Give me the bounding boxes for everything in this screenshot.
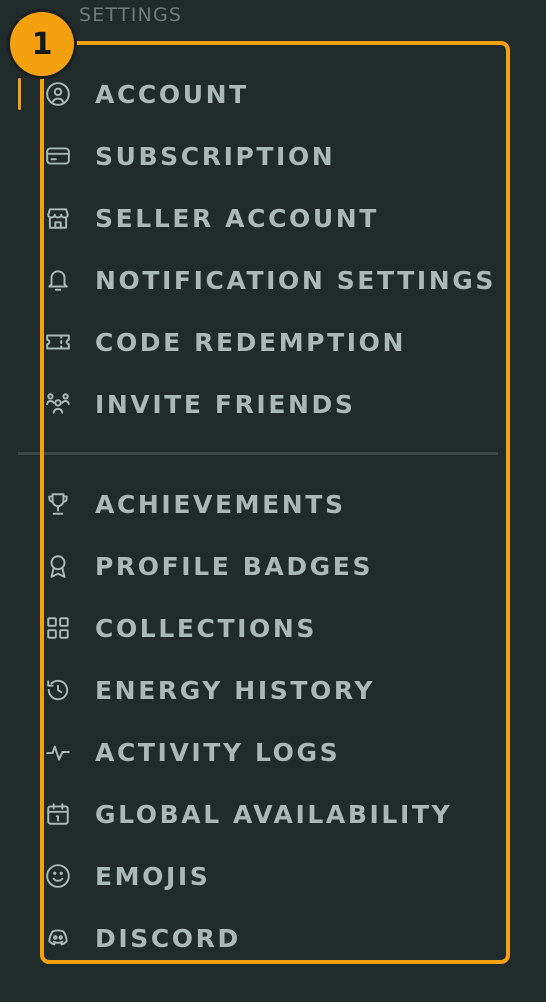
active-indicator <box>18 78 21 110</box>
settings-sidebar: SETTINGS ACCOUNT SUBSCRIPTION SELLER ACC… <box>0 0 546 1002</box>
step-number-badge: 1 <box>10 12 74 76</box>
section-title: SETTINGS <box>79 4 183 26</box>
highlight-box <box>40 41 510 964</box>
